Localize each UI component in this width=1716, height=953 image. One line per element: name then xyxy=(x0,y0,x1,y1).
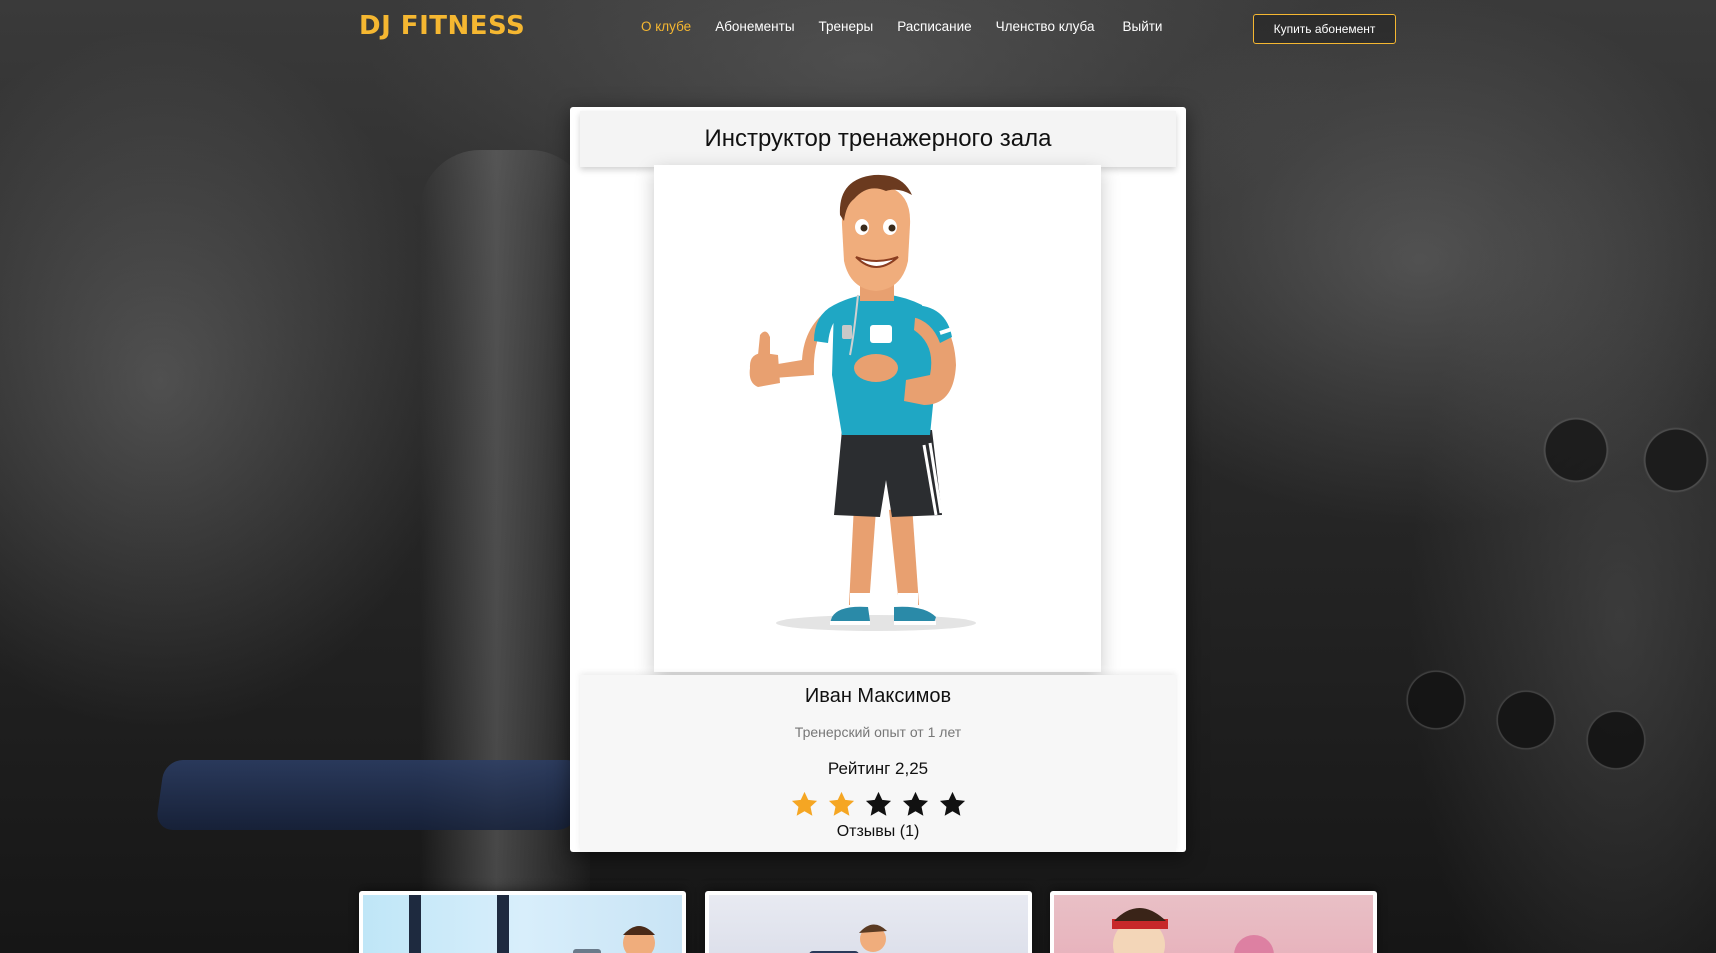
star-filled-icon[interactable] xyxy=(790,790,819,819)
related-trainer-card[interactable] xyxy=(1050,891,1377,953)
related-trainer-image xyxy=(709,895,1028,953)
background-bench xyxy=(155,760,585,830)
trainer-illustration xyxy=(749,174,976,631)
star-empty-icon[interactable] xyxy=(901,790,930,819)
star-filled-icon[interactable] xyxy=(827,790,856,819)
nav-item-club-membership[interactable]: Членство клуба xyxy=(996,19,1095,34)
trainer-card: Инструктор тренажерного зала Иван Максим… xyxy=(570,107,1186,852)
site-logo[interactable]: DJ FITNESS xyxy=(359,11,525,41)
related-trainer-image xyxy=(363,895,682,953)
trainer-rating: Рейтинг 2,25 xyxy=(827,759,929,778)
related-trainer-image xyxy=(1054,895,1373,953)
reviews-link[interactable]: Отзывы (1) xyxy=(580,823,1176,841)
trainer-experience: Тренерский опыт от 1 лет xyxy=(794,724,962,740)
buy-membership-button[interactable]: Купить абонемент xyxy=(1253,14,1396,44)
trainer-info: Иван Максимов Тренерский опыт от 1 лет Р… xyxy=(580,675,1176,852)
star-empty-icon[interactable] xyxy=(864,790,893,819)
site-header: DJ FITNESS О клубе Абонементы Тренеры Ра… xyxy=(0,0,1716,58)
main-nav: О клубе Абонементы Тренеры Расписание Чл… xyxy=(641,19,1186,34)
nav-item-trainers[interactable]: Тренеры xyxy=(819,19,874,34)
nav-item-logout[interactable]: Выйти xyxy=(1122,19,1162,34)
nav-item-memberships[interactable]: Абонементы xyxy=(715,19,794,34)
nav-item-schedule[interactable]: Расписание xyxy=(897,19,971,34)
related-trainer-card[interactable] xyxy=(359,891,686,953)
trainer-name: Иван Максимов xyxy=(804,685,952,707)
background-dumbbell-rack xyxy=(1376,340,1716,900)
trainer-photo xyxy=(654,165,1101,672)
star-empty-icon[interactable] xyxy=(938,790,967,819)
trainer-role-title: Инструктор тренажерного зала xyxy=(580,111,1176,167)
rating-stars[interactable] xyxy=(580,790,1176,819)
nav-item-about[interactable]: О клубе xyxy=(641,19,691,34)
related-trainer-card[interactable] xyxy=(705,891,1032,953)
